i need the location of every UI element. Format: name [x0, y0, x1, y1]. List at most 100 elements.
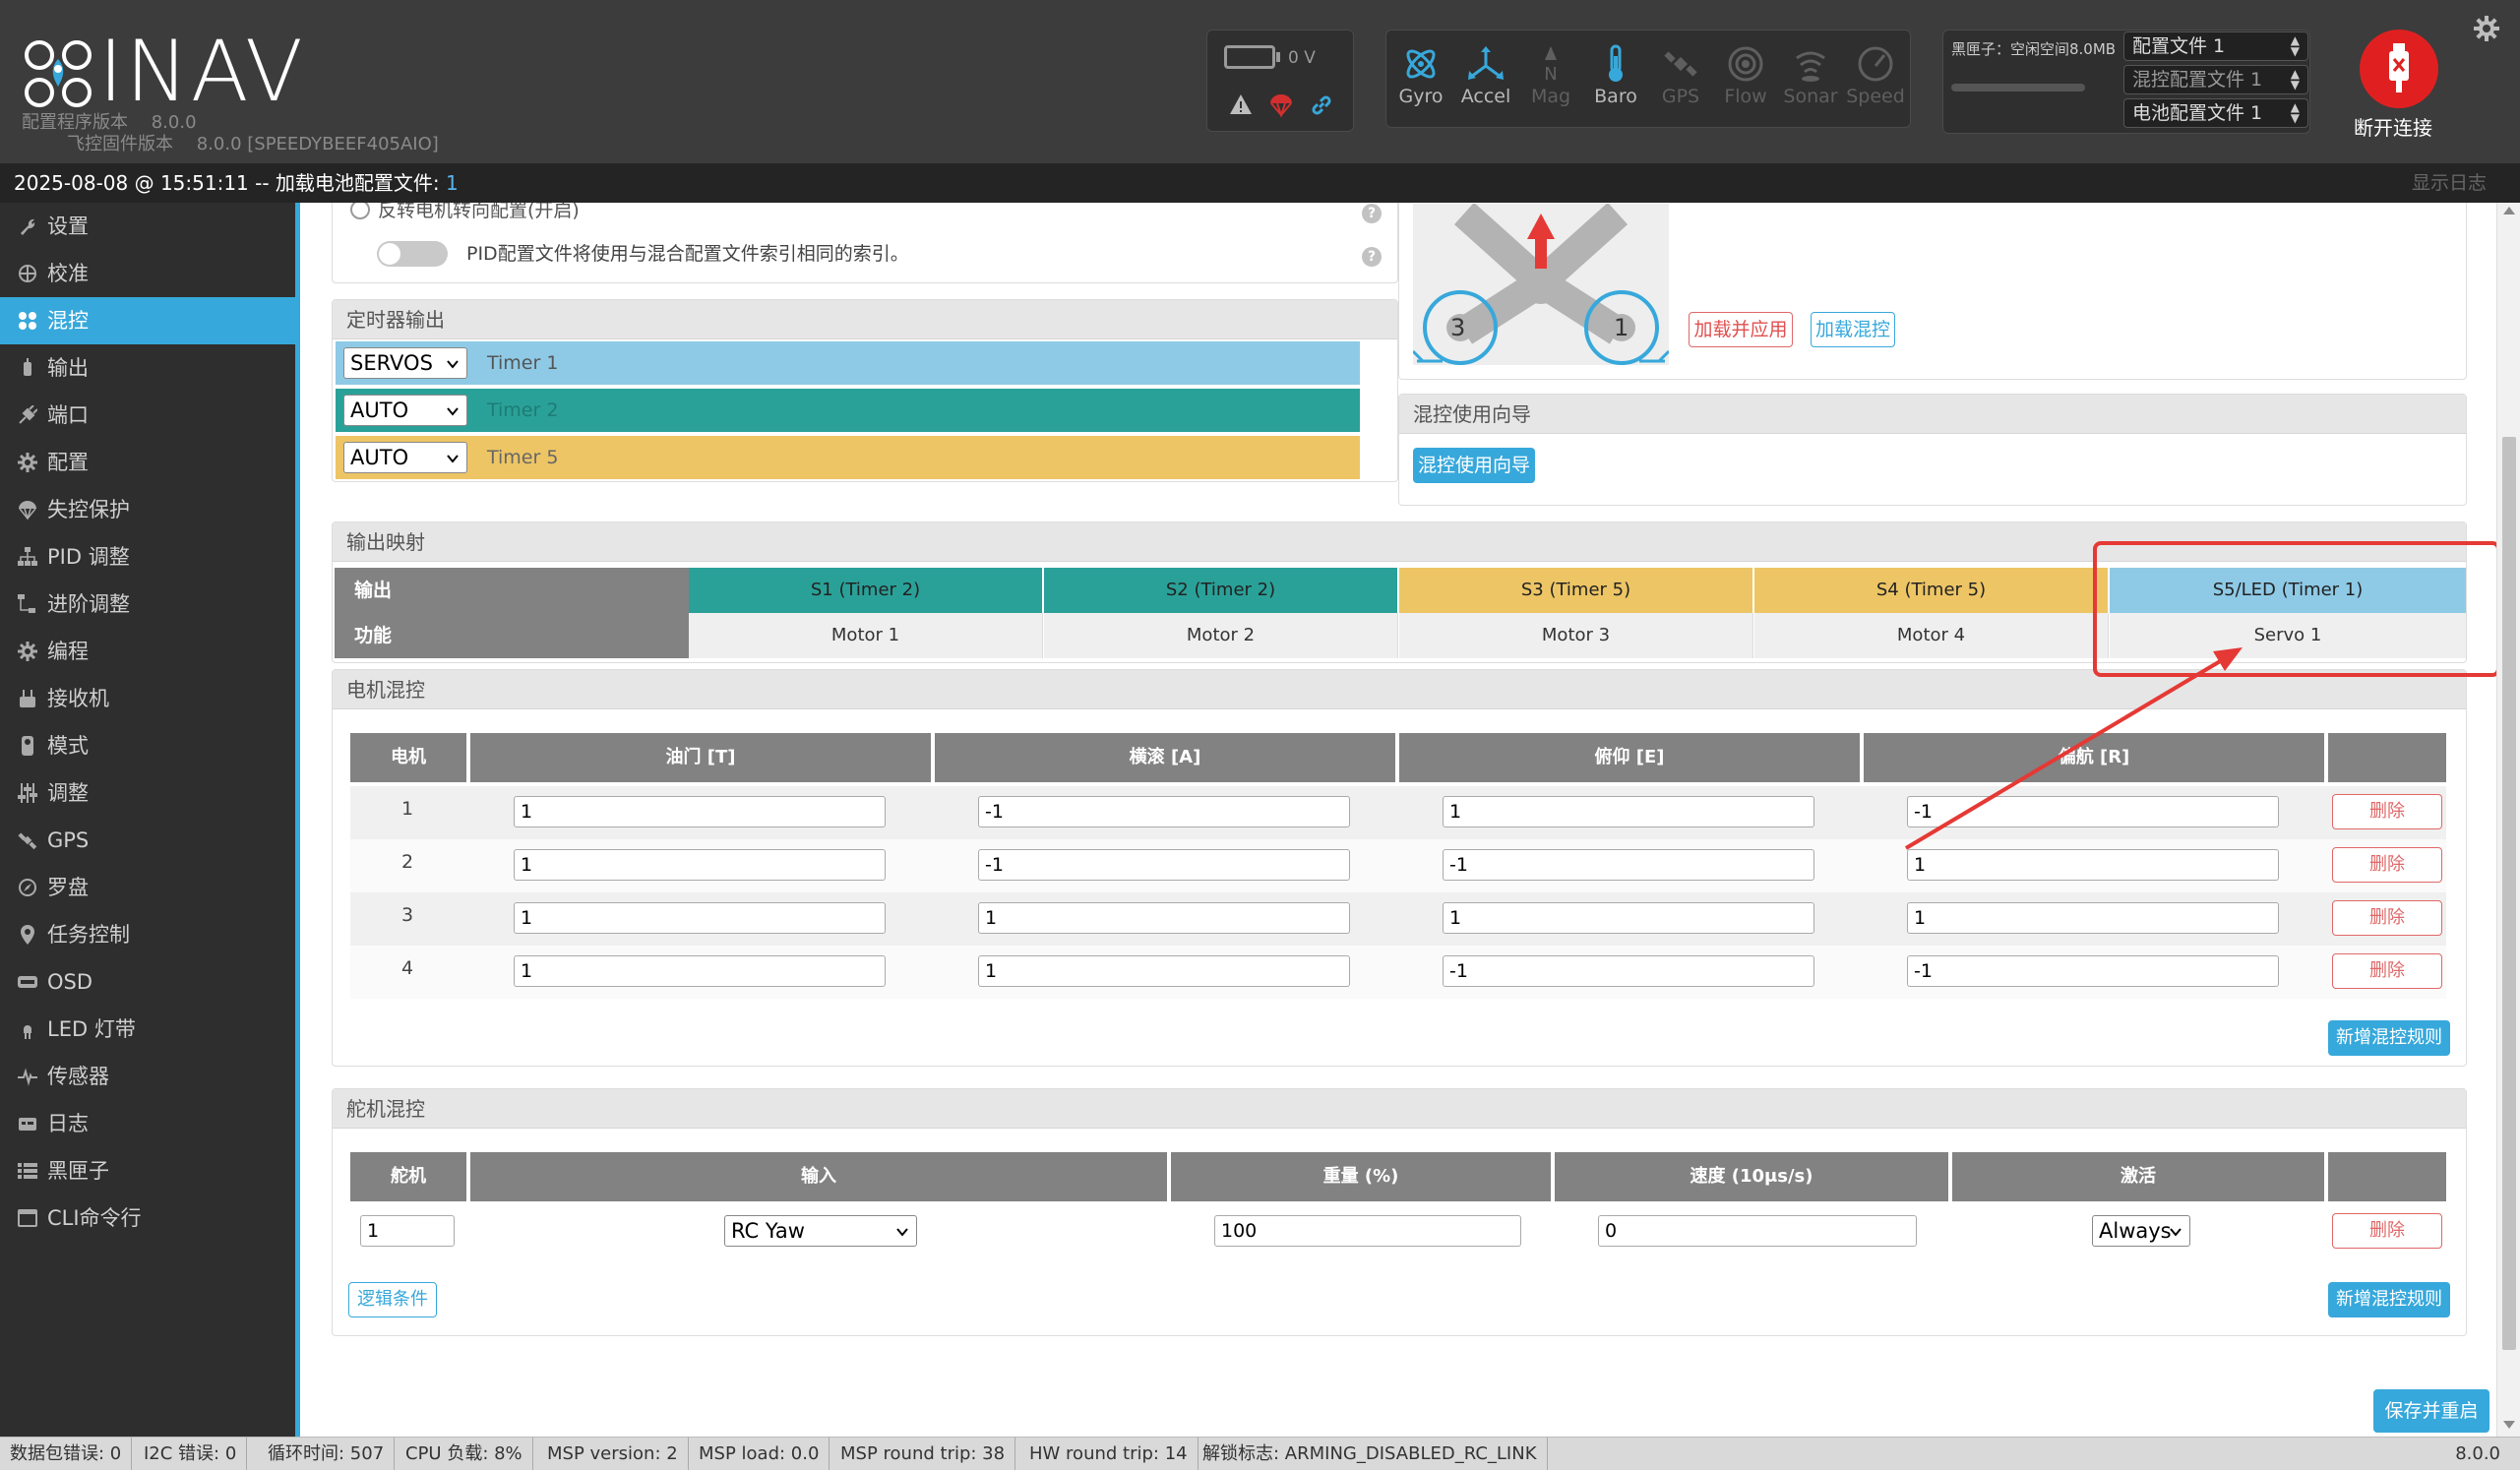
blackbox-icon	[18, 1163, 37, 1179]
compass-icon	[19, 879, 36, 896]
app-title: INAV	[98, 23, 305, 121]
plug-icon	[19, 405, 37, 424]
sidebar-item-led-strip[interactable]: LED 灯带	[0, 1006, 295, 1053]
battery-profile-select[interactable]: 电池配置文件 1 ▲ ▼	[2123, 98, 2308, 128]
log-message: 2025-08-08 @ 15:51:11 -- 加载电池配置文件:	[14, 171, 447, 195]
sidebar-item-advanced-tuning[interactable]: 进阶调整	[0, 581, 295, 628]
log-icon	[19, 1118, 36, 1131]
sidebar-item-outputs[interactable]: 输出	[0, 344, 295, 392]
osd-icon	[18, 976, 37, 988]
pulse-icon	[18, 1068, 37, 1086]
speedometer-icon	[1858, 46, 1893, 82]
sidebar-item-sensors[interactable]: 传感器	[0, 1053, 295, 1100]
save-and-reboot-button[interactable]: 保存并重启	[2373, 1389, 2489, 1433]
warning-icon	[1230, 94, 1252, 114]
blackbox-free-space: 黑匣子：空闲空间8.0MB	[1951, 40, 2117, 58]
mag-compass-icon: N	[1544, 46, 1558, 84]
sensor-speed: Speed	[1845, 32, 1906, 125]
status-msp-load: MSP load: 0.0	[689, 1438, 830, 1470]
sidebar-item-gps[interactable]: GPS	[0, 817, 295, 864]
sensor-sonar: Sonar	[1780, 32, 1841, 125]
status-cpu-load: CPU 负载: 8%	[396, 1438, 533, 1470]
calibration-icon	[19, 265, 36, 282]
mixer-tab-content: 反转电机转向配置(开启) ? PID配置文件将使用与混合配置文件索引相同的索引。…	[300, 203, 2496, 1437]
config-version: 8.0.0	[151, 112, 197, 133]
modes-switch-icon	[22, 736, 33, 756]
svg-text:N: N	[1544, 64, 1557, 84]
sidebar-item-failsafe[interactable]: 失控保护	[0, 486, 295, 533]
scroll-up-arrow[interactable]	[2503, 207, 2515, 214]
blackbox-usage-bar	[1951, 84, 2085, 92]
fw-version: 8.0.0 [SPEEDYBEEF405AIO]	[196, 134, 439, 154]
sidebar-item-programming[interactable]: 编程	[0, 628, 295, 675]
motor-icon	[24, 358, 31, 376]
sidebar-item-ports[interactable]: 端口	[0, 392, 295, 439]
usb-disconnect-icon	[2389, 43, 2409, 92]
map-marker-icon	[21, 925, 34, 945]
satellite-icon	[18, 832, 37, 850]
sidebar-item-logging[interactable]: 日志	[0, 1100, 295, 1147]
main-scrollbar[interactable]	[2496, 203, 2520, 1437]
status-msp-round-trip: MSP round trip: 38	[830, 1438, 1016, 1470]
failsafe-parachute-icon	[1270, 94, 1292, 117]
annotation-arrow-line	[1904, 655, 2229, 850]
inav-configurator-window: INAV 配置程序版本 8.0.0 飞控固件版本 8.0.0 [SPEEDYBE…	[0, 0, 2520, 1470]
battery-voltage: 0 V	[1288, 48, 1316, 68]
sidebar-item-setup[interactable]: 设置	[0, 203, 295, 250]
scrollbar-thumb[interactable]	[2502, 437, 2516, 1350]
sliders-icon	[18, 783, 37, 803]
header-bar: INAV 配置程序版本 8.0.0 飞控固件版本 8.0.0 [SPEEDYBE…	[0, 0, 2520, 163]
sidebar-item-mission-control[interactable]: 任务控制	[0, 911, 295, 958]
parachute-icon	[19, 501, 36, 520]
sidebar-item-compass[interactable]: 罗盘	[0, 864, 295, 911]
sidebar-item-pid-tuning[interactable]: PID 调整	[0, 533, 295, 581]
sensor-baro: Baro	[1585, 32, 1646, 125]
status-version: 8.0.0	[2455, 1443, 2500, 1464]
fw-version-label: 飞控固件版本	[67, 134, 173, 154]
log-strip: 2025-08-08 @ 15:51:11 -- 加载电池配置文件: 1 显示日…	[0, 163, 2520, 203]
sidebar-item-adjustments[interactable]: 调整	[0, 769, 295, 817]
terminal-icon	[18, 1209, 37, 1227]
config-profile-select[interactable]: 配置文件 1 ▲ ▼	[2123, 31, 2308, 61]
wrench-icon	[21, 218, 35, 235]
sidebar-item-calibration[interactable]: 校准	[0, 250, 295, 297]
led-icon	[24, 1025, 31, 1039]
disconnect-label: 断开连接	[2354, 116, 2432, 140]
advanced-tuning-icon	[18, 594, 35, 613]
sidebar-item-mixer[interactable]: 混控	[0, 297, 295, 344]
mixer-icon	[19, 312, 36, 330]
optical-flow-icon	[1728, 46, 1763, 82]
accel-icon	[1468, 46, 1504, 80]
sidebar-item-configuration[interactable]: 配置	[0, 439, 295, 486]
scroll-down-arrow[interactable]	[2503, 1421, 2515, 1429]
sidebar-item-blackbox[interactable]: 黑匣子	[0, 1147, 295, 1194]
sensor-mag: N Mag	[1520, 32, 1581, 125]
settings-gear-icon[interactable]	[2474, 16, 2499, 41]
inav-logo-icon	[25, 40, 92, 107]
annotation-overlay	[1904, 541, 2496, 850]
status-hw-round-trip: HW round trip: 14	[1019, 1438, 1199, 1470]
log-message-number: 1	[446, 171, 459, 195]
sensor-status-box: Gyro Accel N Mag Baro GPS Flow Sonar Spe…	[1385, 30, 1911, 128]
sonar-icon	[1796, 51, 1825, 82]
mixer-profile-select[interactable]: 混控配置文件 1 ▲ ▼	[2123, 65, 2308, 94]
sidebar-nav: 设置 校准 混控 输出 端口 配置 失控保护 PID 调整 进阶调整 编程 接收…	[0, 203, 295, 1437]
receiver-icon	[20, 690, 35, 707]
sidebar-item-osd[interactable]: OSD	[0, 958, 295, 1006]
status-packet-errors: 数据包错误: 0	[0, 1438, 133, 1470]
disconnect-button[interactable]	[2360, 30, 2438, 108]
gear-icon	[18, 453, 37, 472]
bottom-status-bar: 数据包错误: 0 I2C 错误: 0 循环时间: 507 CPU 负载: 8% …	[0, 1437, 2520, 1470]
show-log-link[interactable]: 显示日志	[2412, 163, 2487, 203]
sidebar-item-cli[interactable]: CLI命令行	[0, 1194, 295, 1242]
sidebar-item-modes[interactable]: 模式	[0, 722, 295, 769]
sidebar-item-receiver[interactable]: 接收机	[0, 675, 295, 722]
cog-icon	[18, 642, 37, 661]
sensor-accel: Accel	[1455, 32, 1516, 125]
sitemap-icon	[18, 547, 37, 566]
battery-icon	[1224, 45, 1275, 69]
battery-status-box: 0 V	[1206, 30, 1354, 132]
link-icon	[1312, 95, 1331, 115]
config-version-label: 配置程序版本	[22, 112, 128, 133]
status-cycle-time: 循环时间: 507	[258, 1438, 396, 1470]
